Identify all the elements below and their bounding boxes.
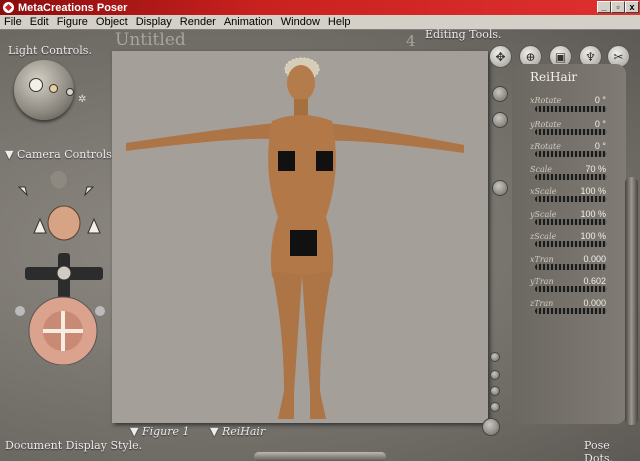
param-value[interactable]: 0.000 [583,298,606,308]
pose-dot-1[interactable] [490,352,500,362]
right-hand-icon[interactable] [87,217,101,234]
element-menu[interactable]: ▼ ReiHair [210,425,265,438]
param-label: yTran [530,277,554,286]
camera-focal-knob[interactable] [95,306,105,316]
param-panel-title: ReiHair [530,70,578,84]
param-value[interactable]: 100 % [580,186,606,196]
light-1-handle[interactable] [29,78,43,92]
param-value[interactable]: 0.602 [583,276,606,286]
rotate-tool-icon[interactable]: ✥ [489,45,512,68]
pose-dots-label: Pose Dots. [584,439,614,461]
param-dial[interactable] [535,241,607,247]
light-2-handle[interactable] [49,84,58,93]
pose-dot-3[interactable] [490,386,500,396]
censor-bar-left [278,151,295,171]
param-value[interactable]: 0.000 [583,254,606,264]
param-value[interactable]: 100 % [580,209,606,219]
menu-edit[interactable]: Edit [26,16,53,28]
menu-bar: File Edit Figure Object Display Render A… [0,15,640,30]
param-value[interactable]: 0 ° [595,95,606,105]
pose-dot-5[interactable] [482,418,500,436]
camera-controls[interactable] [0,165,112,365]
head-camera-icon[interactable] [47,205,81,241]
menu-window[interactable]: Window [277,16,324,28]
menu-help[interactable]: Help [324,16,355,28]
param-label: yScale [530,210,557,219]
light-sphere[interactable] [14,60,74,120]
param-value[interactable]: 70 % [585,164,606,174]
param-label: Scale [530,165,553,174]
left-arm[interactable] [126,123,276,151]
light-3-handle[interactable] [66,88,74,96]
figure-menu-label: Figure 1 [141,425,190,438]
param-dial[interactable] [535,264,607,270]
title-bar: MetaCreations Poser [0,0,640,15]
censor-bar-lower [290,230,317,256]
menu-object[interactable]: Object [92,16,132,28]
center-control[interactable] [56,265,72,281]
poser-app-icon[interactable] [3,2,14,13]
param-label: yRotate [530,120,562,129]
right-hand-camera-icon[interactable] [84,186,95,197]
maximize-button[interactable]: ▫ [611,1,625,13]
document-viewport[interactable] [112,51,488,423]
close-button[interactable]: x [625,1,639,13]
param-dial[interactable] [535,129,607,135]
param-value[interactable]: 100 % [580,231,606,241]
param-dial[interactable] [535,151,607,157]
right-leg[interactable] [302,271,332,419]
animation-controls-handle[interactable] [254,452,386,461]
element-menu-label: ReiHair [221,425,266,438]
param-dial[interactable] [535,308,607,314]
left-hand-icon[interactable] [33,217,47,234]
figure-menu[interactable]: ▼ Figure 1 [130,425,190,438]
pose-dot-2[interactable] [490,370,500,380]
camera-controls-text: Camera Controls. [16,148,116,161]
document-title: Untitled [115,30,186,50]
parameter-scrollbar[interactable] [625,177,638,425]
left-leg[interactable] [272,271,302,419]
camera-scale-knob[interactable] [15,306,25,316]
param-value[interactable]: 0 ° [595,119,606,129]
menu-display[interactable]: Display [132,16,176,28]
param-label: zRotate [530,142,561,151]
param-label: zScale [530,232,557,241]
menu-figure[interactable]: Figure [53,16,92,28]
left-hand-camera-icon[interactable] [17,186,28,197]
neck [294,99,308,117]
menu-animation[interactable]: Animation [220,16,277,28]
param-dial[interactable] [535,219,607,225]
editing-tools-label: Editing Tools. [425,28,502,41]
pose-dot-4[interactable] [490,402,500,412]
param-label: zTran [530,299,554,308]
param-label: xTran [530,255,554,264]
param-value[interactable]: 0 ° [595,141,606,151]
side-knob-2[interactable] [492,112,508,128]
menu-render[interactable]: Render [176,16,220,28]
param-dial[interactable] [535,196,607,202]
param-dial[interactable] [535,286,607,292]
head[interactable] [287,65,315,101]
censor-bar-right [316,151,333,171]
figure-render[interactable] [112,51,488,423]
side-knob-1[interactable] [492,86,508,102]
param-label: xScale [530,187,557,196]
right-arm[interactable] [326,123,464,153]
minimize-button[interactable]: _ [597,1,611,13]
light-properties-icon[interactable]: ✲ [78,94,86,105]
camera-controls-label[interactable]: ▼ Camera Controls. [5,148,115,161]
param-dial[interactable] [535,106,607,112]
window-title: MetaCreations Poser [18,1,128,14]
face-camera-icon[interactable] [50,170,67,189]
param-label: xRotate [530,96,562,105]
param-dial[interactable] [535,174,607,180]
side-knob-3[interactable] [492,180,508,196]
frame-indicator: 4 [406,32,416,50]
menu-file[interactable]: File [0,16,26,28]
document-display-style-label: Document Display Style. [5,439,143,452]
light-controls-label: Light Controls. [8,44,92,57]
